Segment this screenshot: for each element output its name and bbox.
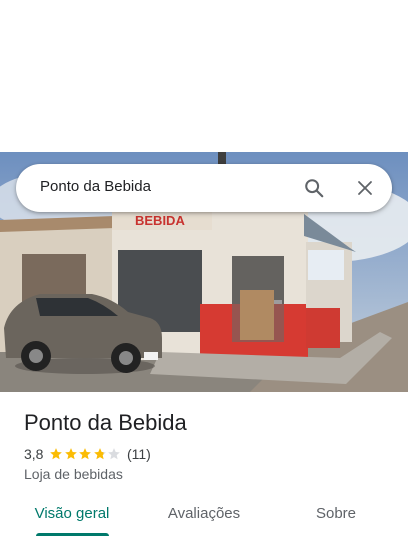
- place-title: Ponto da Bebida: [24, 410, 187, 435]
- tab-about[interactable]: Sobre: [296, 500, 376, 544]
- close-icon[interactable]: [353, 176, 377, 200]
- tab-bar: Visão geral Avaliações Sobre: [0, 500, 408, 544]
- tab-reviews[interactable]: Avaliações: [154, 500, 254, 544]
- star-icon: [94, 448, 106, 460]
- rating-value: 3,8: [24, 446, 44, 462]
- search-bar[interactable]: Ponto da Bebida: [16, 164, 392, 212]
- search-icon[interactable]: [302, 176, 326, 200]
- review-count[interactable]: (11): [127, 446, 151, 462]
- tab-overview[interactable]: Visão geral: [22, 500, 122, 544]
- rating-row[interactable]: 3,8 (11): [24, 445, 151, 463]
- search-query-text[interactable]: Ponto da Bebida: [40, 178, 151, 195]
- star-icon: [50, 448, 63, 460]
- place-info-panel: Ponto da Bebida 3,8 (11) Loja de bebidas…: [0, 392, 408, 544]
- star-icon: [79, 448, 92, 460]
- star-icon: [108, 448, 121, 460]
- star-icon: [65, 448, 77, 460]
- place-category: Loja de bebidas: [24, 466, 123, 482]
- active-tab-indicator: [36, 533, 109, 536]
- map-blank-area: [0, 0, 408, 152]
- rating-stars: [49, 447, 122, 461]
- svg-text:BEBIDA: BEBIDA: [135, 213, 185, 228]
